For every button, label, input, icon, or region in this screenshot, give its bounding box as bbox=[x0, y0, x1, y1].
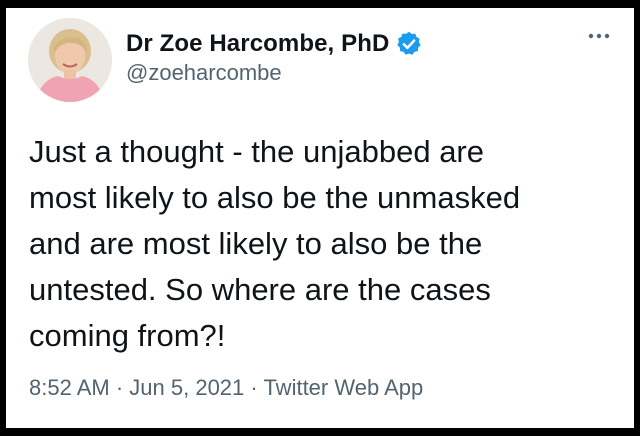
tweet-meta: 8:52 AM · Jun 5, 2021 · Twitter Web App bbox=[29, 375, 423, 401]
tweet-text-line: untested. So where are the cases bbox=[29, 272, 491, 307]
tweet-date[interactable]: Jun 5, 2021 bbox=[129, 375, 244, 400]
tweet-time[interactable]: 8:52 AM bbox=[29, 375, 110, 400]
tweet-card: Dr Zoe Harcombe, PhD @zoeharcombe Just a… bbox=[6, 8, 634, 428]
verified-badge-icon bbox=[395, 30, 423, 58]
tweet-text-line: most likely to also be the unmasked bbox=[29, 180, 521, 215]
tweet-text: Just a thought - the unjabbed are most l… bbox=[29, 129, 619, 359]
avatar-photo bbox=[28, 18, 112, 102]
meta-separator: · bbox=[115, 375, 130, 400]
tweet-source[interactable]: Twitter Web App bbox=[263, 375, 423, 400]
tweet-text-line: coming from?! bbox=[29, 318, 226, 353]
author-name-row: Dr Zoe Harcombe, PhD bbox=[126, 27, 423, 61]
tweet-text-line: and are most likely to also be the bbox=[29, 226, 483, 261]
avatar[interactable] bbox=[28, 18, 112, 102]
author-display-name[interactable]: Dr Zoe Harcombe, PhD bbox=[126, 30, 389, 58]
tweet-text-line: Just a thought - the unjabbed are bbox=[29, 134, 484, 169]
more-horizontal-icon[interactable] bbox=[582, 22, 616, 50]
author-handle[interactable]: @zoeharcombe bbox=[126, 60, 282, 86]
meta-separator: · bbox=[250, 375, 264, 400]
